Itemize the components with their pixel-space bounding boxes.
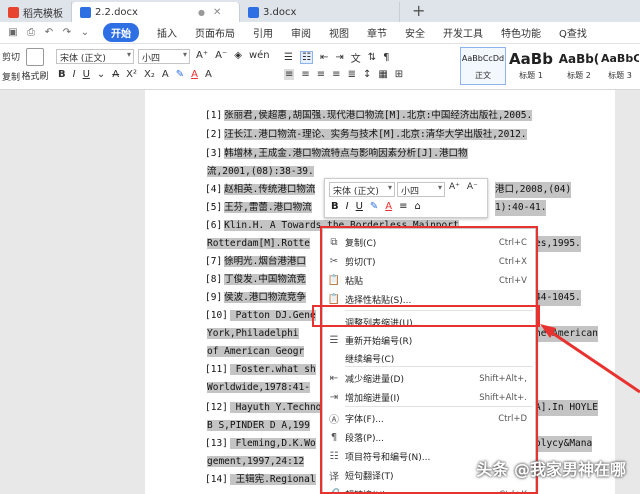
annotation-arrow — [540, 324, 640, 394]
watermark: 头条 @我家男神在哪 — [476, 460, 626, 479]
